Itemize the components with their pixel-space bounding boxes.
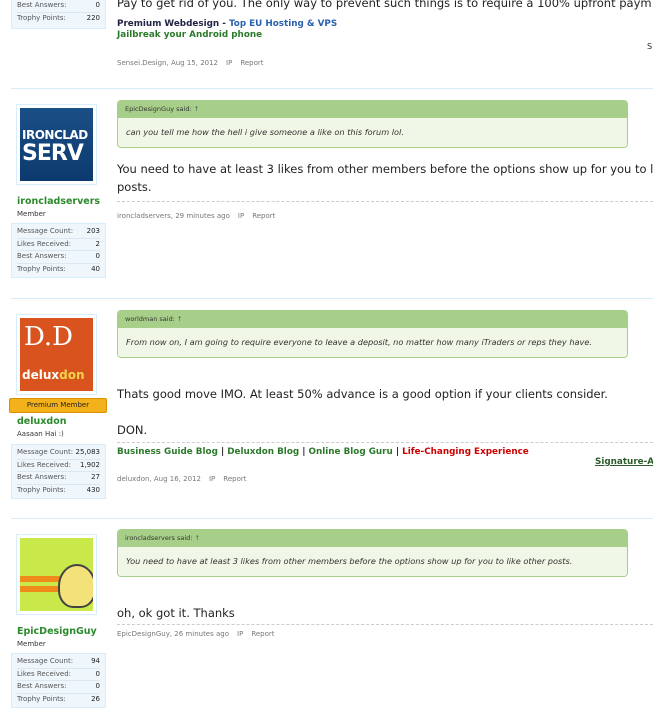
post2-userinfo: Message Count: 203 Likes Received: 2 Best … xyxy=(11,223,106,278)
quote-author[interactable]: worldman xyxy=(125,315,157,323)
quote-header: ironcladservers said: ↑ xyxy=(118,530,627,547)
post4-message: oh, ok got it. Thanks xyxy=(117,606,235,620)
quote-jump-icon[interactable]: ↑ xyxy=(194,105,199,113)
sig-link-life-changing[interactable]: Life-Changing Experience xyxy=(402,447,529,457)
avatar[interactable]: D.D deluxdon xyxy=(16,314,97,395)
report-link[interactable]: Report xyxy=(252,212,275,220)
sig-link-business-guide[interactable]: Business Guide Blog xyxy=(117,447,218,457)
premium-member-badge: Premium Member xyxy=(9,398,107,413)
post-divider xyxy=(11,88,653,89)
stat-trophy-points: Trophy Points: 430 xyxy=(17,485,100,494)
meta-author[interactable]: ironcladservers xyxy=(117,212,171,220)
stat-best-answers: Best Answers: 0 xyxy=(17,681,100,694)
user-title: Aasaan Hai :) xyxy=(17,430,64,438)
report-link[interactable]: Report xyxy=(240,59,263,67)
signature-ad-link[interactable]: Signature-A xyxy=(595,457,653,467)
signature-divider xyxy=(117,201,653,202)
post1-userinfo: Best Answers: 0 Trophy Points: 220 xyxy=(11,0,106,29)
quote-header: EpicDesignGuy said: ↑ xyxy=(118,101,627,118)
avatar[interactable] xyxy=(16,534,97,615)
post2-meta: ironcladservers, 29 minutes ago IP Report xyxy=(117,212,276,220)
username[interactable]: ironcladservers xyxy=(17,196,100,207)
quote-block: worldman said: ↑ From now on, I am going… xyxy=(117,310,628,358)
meta-author[interactable]: Sensei.Design xyxy=(117,59,166,67)
post3-message: Thats good move IMO. At least 50% advanc… xyxy=(117,387,608,401)
stat-message-count: Message Count: 25,083 xyxy=(17,447,100,460)
post1-meta: Sensei.Design, Aug 15, 2012 IP Report xyxy=(117,59,264,67)
report-link[interactable]: Report xyxy=(223,475,246,483)
sig-link-deluxdon-blog[interactable]: Deluxdon Blog xyxy=(227,447,299,457)
stat-likes-received: Likes Received: 0 xyxy=(17,669,100,681)
sig-link-jailbreak[interactable]: Jailbreak your Android phone xyxy=(117,30,262,40)
stat-trophy-points: Trophy Points: 26 xyxy=(17,694,100,703)
post3-message-sign: DON. xyxy=(117,423,148,437)
post1-signature: Premium Webdesign - Top EU Hosting & VPS… xyxy=(117,19,338,40)
quote-jump-icon[interactable]: ↑ xyxy=(195,534,200,542)
quote-text: From now on, I am going to require every… xyxy=(118,328,627,357)
post3-meta: deluxdon, Aug 16, 2012 IP Report xyxy=(117,475,247,483)
ip-link[interactable]: IP xyxy=(209,475,215,483)
meta-date[interactable]: Aug 15, 2012 xyxy=(171,59,218,67)
quote-text: You need to have at least 3 likes from o… xyxy=(118,547,627,576)
post-divider xyxy=(11,518,653,519)
quote-text: can you tell me how the hell i give some… xyxy=(118,118,627,147)
username[interactable]: EpicDesignGuy xyxy=(17,626,97,637)
post2-message: You need to have at least 3 likes from o… xyxy=(117,162,653,194)
stat-best-answers: Best Answers: 0 xyxy=(17,251,100,264)
meta-author[interactable]: EpicDesignGuy xyxy=(117,630,170,638)
quote-jump-icon[interactable]: ↑ xyxy=(177,315,182,323)
post3-userinfo: Message Count: 25,083 Likes Received: 1,90… xyxy=(11,444,106,499)
user-title: Member xyxy=(17,210,46,218)
sig-brand: Premium Webdesign xyxy=(117,19,220,29)
sig-link-hosting[interactable]: Top EU Hosting & VPS xyxy=(229,19,337,29)
signature-divider xyxy=(117,624,653,625)
quote-block: ironcladservers said: ↑ You need to have… xyxy=(117,529,628,577)
report-link[interactable]: Report xyxy=(251,630,274,638)
stat-trophy-points: Trophy Points: 220 xyxy=(17,13,100,22)
sig-link-online-blog-guru[interactable]: Online Blog Guru xyxy=(309,447,393,457)
meta-date[interactable]: Aug 16, 2012 xyxy=(154,475,201,483)
post3-signature: Business Guide Blog | Deluxdon Blog | On… xyxy=(117,447,529,457)
sig-right-text: S xyxy=(647,42,653,51)
post4-meta: EpicDesignGuy, 26 minutes ago IP Report xyxy=(117,630,275,638)
stat-likes-received: Likes Received: 2 xyxy=(17,239,100,251)
avatar[interactable]: IRONCLAD SERV xyxy=(16,104,97,185)
stat-message-count: Message Count: 203 xyxy=(17,226,100,239)
stat-best-answers: Best Answers: 0 xyxy=(17,0,100,13)
ip-link[interactable]: IP xyxy=(237,630,243,638)
post1-message: Pay to get rid of you. The only way to p… xyxy=(117,0,652,10)
meta-date[interactable]: 29 minutes ago xyxy=(175,212,230,220)
signature-divider xyxy=(117,442,653,443)
stat-trophy-points: Trophy Points: 40 xyxy=(17,264,100,273)
meta-date[interactable]: 26 minutes ago xyxy=(174,630,229,638)
meta-author[interactable]: deluxdon xyxy=(117,475,149,483)
stat-likes-received: Likes Received: 1,902 xyxy=(17,460,100,472)
ip-link[interactable]: IP xyxy=(238,212,244,220)
quote-block: EpicDesignGuy said: ↑ can you tell me ho… xyxy=(117,100,628,148)
stat-message-count: Message Count: 94 xyxy=(17,656,100,669)
quote-header: worldman said: ↑ xyxy=(118,311,627,328)
stat-best-answers: Best Answers: 27 xyxy=(17,472,100,485)
post4-userinfo: Message Count: 94 Likes Received: 0 Best A… xyxy=(11,653,106,708)
user-title: Member xyxy=(17,640,46,648)
username[interactable]: deluxdon xyxy=(17,416,66,427)
ip-link[interactable]: IP xyxy=(226,59,232,67)
quote-author[interactable]: EpicDesignGuy xyxy=(125,105,174,113)
quote-author[interactable]: ironcladservers xyxy=(125,534,175,542)
post-divider xyxy=(11,298,653,299)
